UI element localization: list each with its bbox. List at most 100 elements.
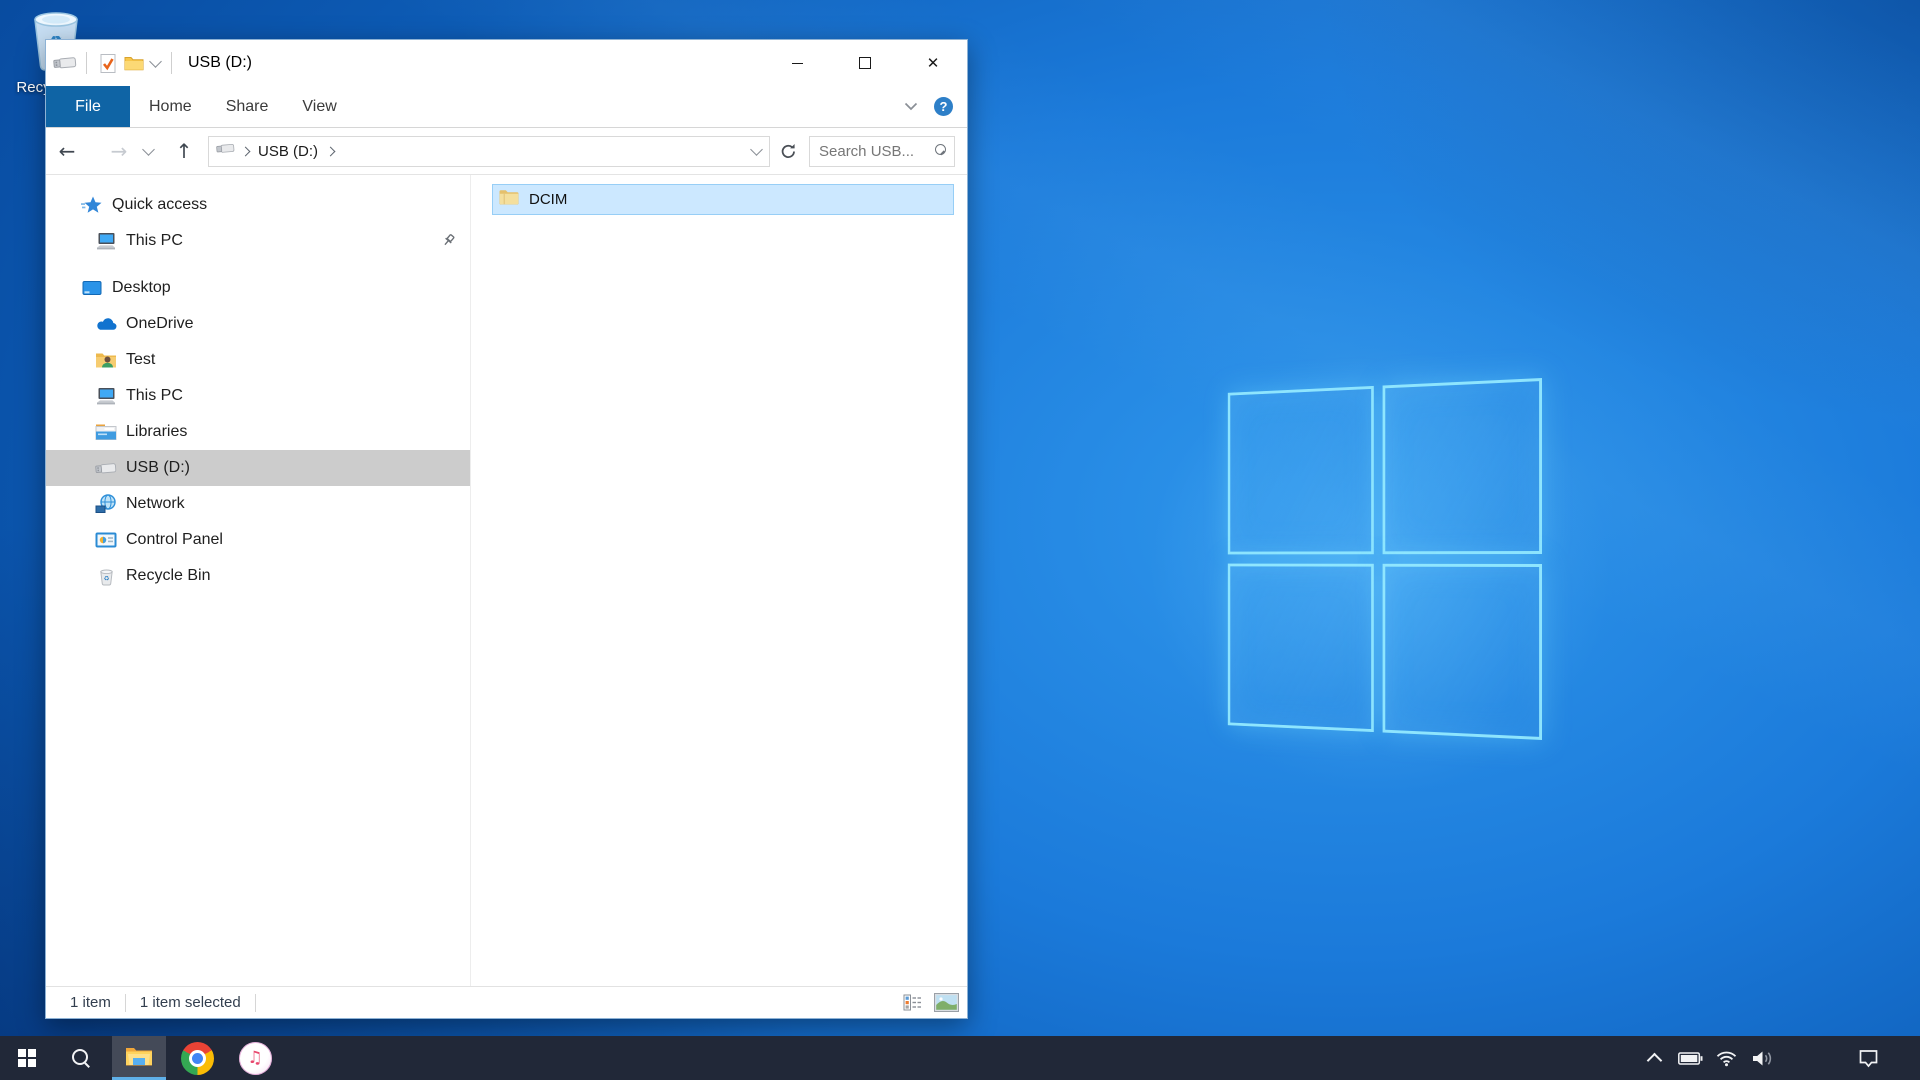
window-title: USB (D:) [188,54,252,72]
chrome-icon [181,1042,214,1075]
divider [171,52,172,74]
svg-text:♻: ♻ [103,574,109,582]
expand-ribbon-chevron-icon[interactable] [904,98,918,116]
sidebar-item-label: OneDrive [126,315,194,333]
divider [86,52,87,74]
search-box[interactable] [809,136,955,167]
windows-logo-pane [1383,564,1542,740]
start-windows-icon [18,1049,36,1067]
large-icons-view-icon[interactable] [934,993,959,1012]
new-folder-icon[interactable] [121,48,147,78]
control-panel-icon [94,531,118,549]
usb-drive-icon [216,142,235,160]
taskbar-file-explorer-button[interactable] [112,1036,166,1080]
window-controls: ✕ [763,40,967,86]
file-name: DCIM [529,191,567,208]
sidebar-item-control-panel[interactable]: Control Panel [46,522,470,558]
tab-file[interactable]: File [46,86,130,127]
sidebar-item-quick-access[interactable]: Quick access [46,187,470,223]
recycle-bin-icon: ♻ [94,567,118,586]
taskbar-blank-area [1780,1036,1850,1080]
ribbon-tabs: File Home Share View ? [46,86,967,128]
sidebar-item-label: This PC [126,387,183,405]
sidebar-item-network[interactable]: Network [46,486,470,522]
sidebar-item-desktop[interactable]: Desktop [46,270,470,306]
sidebar-item-label: Recycle Bin [126,567,210,585]
refresh-icon[interactable] [776,143,800,160]
tab-home[interactable]: Home [132,86,209,127]
sidebar-item-label: USB (D:) [126,459,190,477]
forward-button[interactable]: → [110,141,128,161]
navigation-pane: Quick access This PC [46,175,471,986]
tab-share[interactable]: Share [209,86,286,127]
details-view-icon[interactable] [901,994,922,1011]
wifi-icon[interactable] [1708,1036,1744,1080]
sidebar-item-this-pc[interactable]: This PC [46,378,470,414]
sidebar-item-label: Libraries [126,423,187,441]
tab-view[interactable]: View [285,86,353,127]
user-folder-icon [94,351,118,369]
pin-icon [441,233,456,253]
maximize-button[interactable] [831,40,899,86]
close-button[interactable]: ✕ [899,40,967,86]
breadcrumb-chevron-icon[interactable] [241,146,251,156]
address-bar[interactable]: USB (D:) [208,136,770,167]
file-explorer-window: USB (D:) ✕ File Home Share View ? ← → [45,39,968,1019]
sidebar-item-test[interactable]: Test [46,342,470,378]
status-bar: 1 item 1 item selected [46,986,967,1018]
file-item-dcim[interactable]: DCIM [492,184,954,215]
breadcrumb[interactable]: USB (D:) [258,143,318,160]
search-input[interactable] [817,142,932,161]
sidebar-item-label: Desktop [112,279,171,297]
action-center-icon[interactable] [1850,1036,1886,1080]
recent-locations-chevron-icon[interactable] [142,143,155,156]
windows-logo [1228,378,1542,740]
usb-drive-icon [52,48,78,78]
back-button[interactable]: ← [58,141,76,161]
tray-chevron-up-icon[interactable] [1636,1036,1672,1080]
address-dropdown-chevron-icon[interactable] [743,149,769,154]
windows-logo-pane [1228,564,1374,732]
sidebar-item-label: Test [126,351,155,369]
taskbar-chrome-button[interactable] [170,1036,224,1080]
minimize-button[interactable] [763,40,831,86]
sidebar-item-onedrive[interactable]: OneDrive [46,306,470,342]
search-icon[interactable] [932,144,947,159]
battery-icon[interactable] [1672,1036,1708,1080]
this-pc-icon [94,231,118,251]
title-bar[interactable]: USB (D:) ✕ [46,40,967,86]
windows-logo-pane [1228,386,1374,554]
sidebar-item-libraries[interactable]: Libraries [46,414,470,450]
libraries-icon [94,423,118,441]
screen: ♻ Recycle Bin [0,0,1920,1080]
chevron-down-icon[interactable] [147,48,163,78]
sidebar-item-label: Control Panel [126,531,223,549]
search-icon [72,1049,90,1067]
sidebar-item-usb-drive[interactable]: USB (D:) [46,450,470,486]
sidebar-item-label: Quick access [112,196,207,214]
folder-icon [499,189,519,210]
taskbar-itunes-button[interactable]: ♫ [228,1036,282,1080]
taskbar: ♫ [0,1036,1920,1080]
file-list[interactable]: DCIM [471,175,967,986]
taskbar-search-button[interactable] [54,1036,108,1080]
properties-check-icon[interactable] [95,48,121,78]
sidebar-item-recycle-bin[interactable]: ♻ Recycle Bin [46,558,470,594]
sidebar-item-label: This PC [126,232,183,250]
quick-access-star-icon [80,194,104,216]
volume-icon[interactable] [1744,1036,1780,1080]
network-icon [94,494,118,514]
up-button[interactable]: ↑ [175,141,193,161]
divider [255,994,256,1012]
breadcrumb-chevron-icon[interactable] [326,146,336,156]
divider [125,994,126,1012]
file-explorer-icon [125,1045,153,1072]
start-button[interactable] [0,1036,54,1080]
help-button[interactable]: ? [934,97,953,116]
sidebar-item-this-pc-pinned[interactable]: This PC [46,223,470,259]
windows-logo-pane [1383,378,1542,554]
navigation-bar: ← → ↑ USB (D:) [46,128,967,175]
taskbar-blank-area [1886,1036,1920,1080]
onedrive-cloud-icon [94,316,118,332]
desktop-icon [80,279,104,297]
